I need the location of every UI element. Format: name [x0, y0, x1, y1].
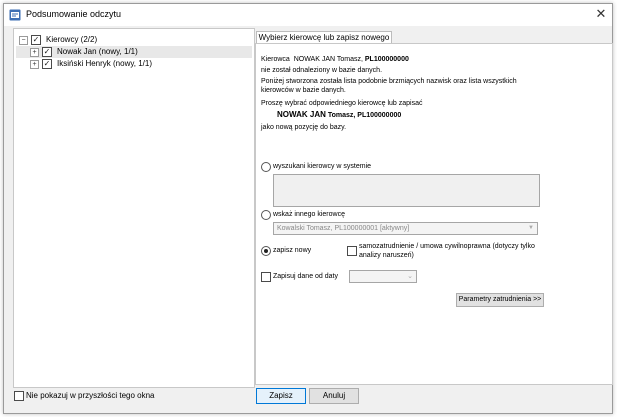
check-icon: ✓: [32, 35, 40, 44]
choose-driver-panel: Kierowca NOWAK JAN Tomasz, PL100000000 n…: [255, 43, 613, 385]
check-icon: ✓: [43, 59, 51, 68]
radio-other-driver-label: wskaż innego kierowcę: [273, 211, 345, 218]
save-from-date-label: Zapisuj dane od daty: [273, 273, 338, 280]
dont-show-label: Nie pokazuj w przyszłości tego okna: [26, 391, 155, 400]
self-employed-label: samozatrudnienie / umowa cywilnoprawna (…: [359, 243, 535, 259]
collapse-icon[interactable]: −: [19, 36, 28, 45]
radio-found-drivers-label: wyszukani kierowcy w systemie: [273, 163, 372, 170]
info-line-1: Kierowca NOWAK JAN Tomasz, PL100000000: [261, 56, 409, 63]
checkbox-iksinski[interactable]: ✓: [42, 59, 52, 69]
tree-root-row[interactable]: − ✓ Kierowcy (2/2): [16, 34, 252, 46]
date-picker[interactable]: ⌄: [349, 270, 417, 283]
info-line-3: Poniżej stworzona została lista podobnie…: [261, 78, 517, 85]
info-line-2: nie został odnaleziony w bazie danych.: [261, 67, 383, 74]
expand-icon[interactable]: +: [30, 60, 39, 69]
other-driver-select[interactable]: Kowalski Tomasz, PL100000001 [aktywny] ▼: [273, 222, 538, 235]
checkbox-save-from-date[interactable]: [261, 272, 271, 282]
check-icon: ✓: [43, 47, 51, 56]
app-icon: [9, 9, 21, 21]
tree-item-iksinski[interactable]: + ✓ Iksiński Henryk (nowy, 1/1): [16, 58, 252, 70]
drivers-tree: − ✓ Kierowcy (2/2) + ✓ Nowak Jan (nowy, …: [13, 28, 255, 388]
title-bar: Podsumowanie odczytu ✕: [4, 4, 612, 26]
info-line-4: kierowców w bazie danych.: [261, 87, 346, 94]
tree-item-nowak[interactable]: + ✓ Nowak Jan (nowy, 1/1): [16, 46, 252, 58]
checkbox-root[interactable]: ✓: [31, 35, 41, 45]
expand-icon[interactable]: +: [30, 48, 39, 57]
window-title: Podsumowanie odczytu: [26, 9, 122, 19]
chevron-down-icon: ⌄: [407, 273, 413, 280]
dropdown-arrow-icon: ▼: [528, 225, 534, 231]
other-driver-value: Kowalski Tomasz, PL100000001 [aktywny]: [277, 225, 410, 232]
radio-save-new-label: zapisz nowy: [273, 247, 312, 254]
save-button[interactable]: Zapisz: [256, 388, 306, 404]
info-line-7: jako nową pozycję do bazy.: [261, 124, 347, 131]
cancel-button[interactable]: Anuluj: [309, 388, 359, 404]
radio-found-drivers[interactable]: [261, 162, 271, 172]
checkbox-self-employed[interactable]: [347, 246, 357, 256]
radio-save-new[interactable]: [261, 246, 271, 256]
tree-item-label: Iksiński Henryk (nowy, 1/1): [57, 59, 152, 68]
found-drivers-list[interactable]: [273, 174, 540, 207]
summary-dialog: Podsumowanie odczytu ✕ − ✓ Kierowcy (2/2…: [3, 3, 613, 414]
info-line-6: NOWAK JAN Tomasz, PL100000000: [277, 110, 402, 119]
checkbox-dont-show[interactable]: [14, 391, 24, 401]
tree-root-label: Kierowcy (2/2): [46, 35, 98, 44]
checkbox-nowak[interactable]: ✓: [42, 47, 52, 57]
tree-item-label: Nowak Jan (nowy, 1/1): [57, 47, 138, 56]
radio-other-driver[interactable]: [261, 210, 271, 220]
info-line-5: Proszę wybrać odpowiedniego kierowcę lub…: [261, 100, 423, 107]
employment-params-button[interactable]: Parametry zatrudnienia >>: [456, 293, 544, 307]
close-icon[interactable]: ✕: [594, 7, 608, 21]
